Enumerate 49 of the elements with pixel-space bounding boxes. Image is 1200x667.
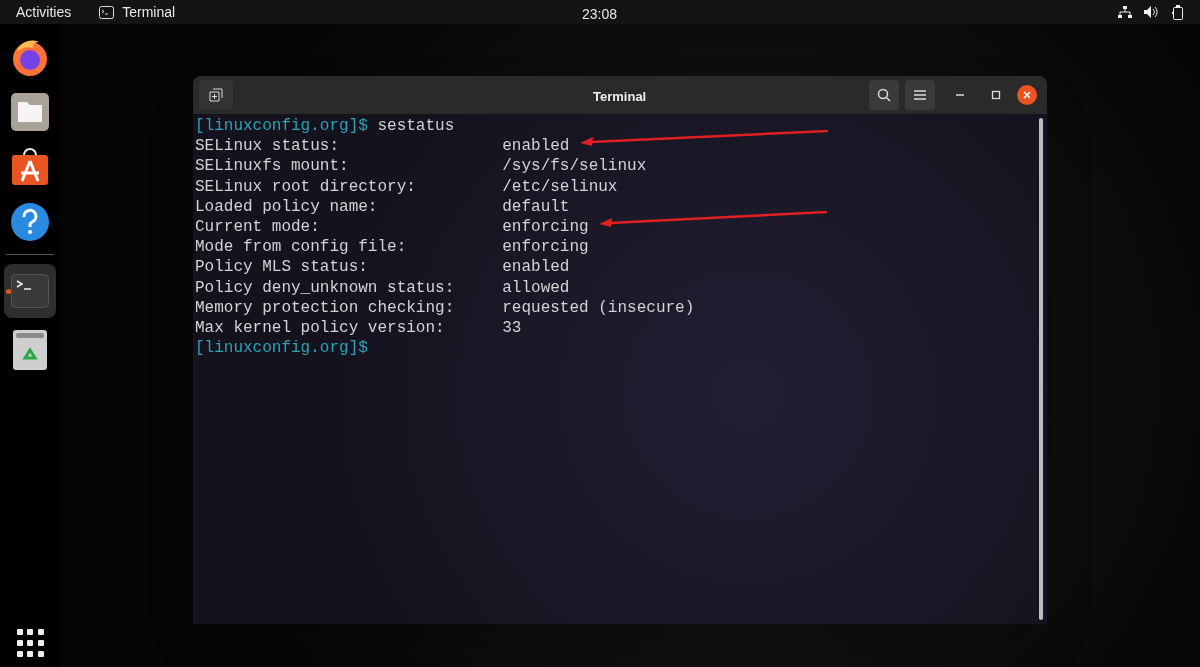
search-icon [877, 88, 891, 102]
menu-button[interactable] [905, 80, 935, 110]
output-value: enforcing [502, 237, 589, 258]
output-value: default [502, 196, 570, 217]
output-value: enabled [502, 257, 570, 278]
output-label: Policy MLS status: [195, 257, 369, 278]
output-label: Mode from config file: [195, 237, 408, 258]
maximize-icon [991, 90, 1001, 100]
output-value: enabled [502, 136, 570, 157]
output-value: /sys/fs/selinux [502, 156, 647, 177]
output-label: Policy deny_unknown status: [195, 277, 456, 298]
output-value: requested (insecure) [502, 297, 695, 319]
battery-icon[interactable] [1172, 4, 1184, 20]
activities-button[interactable]: Activities [16, 1, 72, 23]
prompt: [linuxconfig.org]$ [195, 338, 368, 359]
trash-icon [13, 330, 47, 370]
shopping-bag-icon [10, 147, 50, 187]
new-tab-icon [209, 88, 223, 102]
output-label: SELinux status: [195, 136, 341, 157]
command: sestatus [377, 116, 455, 137]
output-value: allowed [502, 277, 570, 298]
close-icon [1023, 91, 1031, 99]
output-label: Memory protection checking: [195, 297, 456, 319]
clock[interactable]: 23:08 [582, 4, 618, 25]
window-title: Terminal [593, 88, 647, 106]
output-value: 33 [502, 318, 522, 339]
help-icon [10, 202, 50, 242]
search-button[interactable] [869, 80, 899, 110]
output-label: Current mode: [195, 217, 321, 238]
app-menu[interactable]: Terminal [122, 1, 176, 23]
output-label: SELinux root directory: [195, 176, 417, 197]
scrollbar[interactable] [1039, 118, 1043, 620]
running-indicator [6, 289, 11, 294]
network-icon[interactable] [1118, 6, 1132, 18]
new-tab-button[interactable] [199, 80, 233, 110]
terminal-icon [11, 274, 49, 308]
minimize-icon [956, 94, 964, 96]
app-grid-button[interactable] [17, 629, 43, 655]
menu-icon [914, 90, 926, 100]
folder-icon [10, 92, 50, 132]
terminal-icon [99, 5, 115, 19]
output-value: /etc/selinux [502, 176, 618, 197]
close-button[interactable] [1017, 85, 1037, 105]
prompt: [linuxconfig.org]$ [195, 116, 368, 137]
output-value: enforcing [502, 217, 589, 238]
output-label: Loaded policy name: [195, 196, 379, 217]
volume-icon[interactable] [1144, 6, 1160, 18]
output-label: Max kernel policy version: [195, 318, 446, 339]
output-label: SELinuxfs mount: [195, 156, 350, 177]
